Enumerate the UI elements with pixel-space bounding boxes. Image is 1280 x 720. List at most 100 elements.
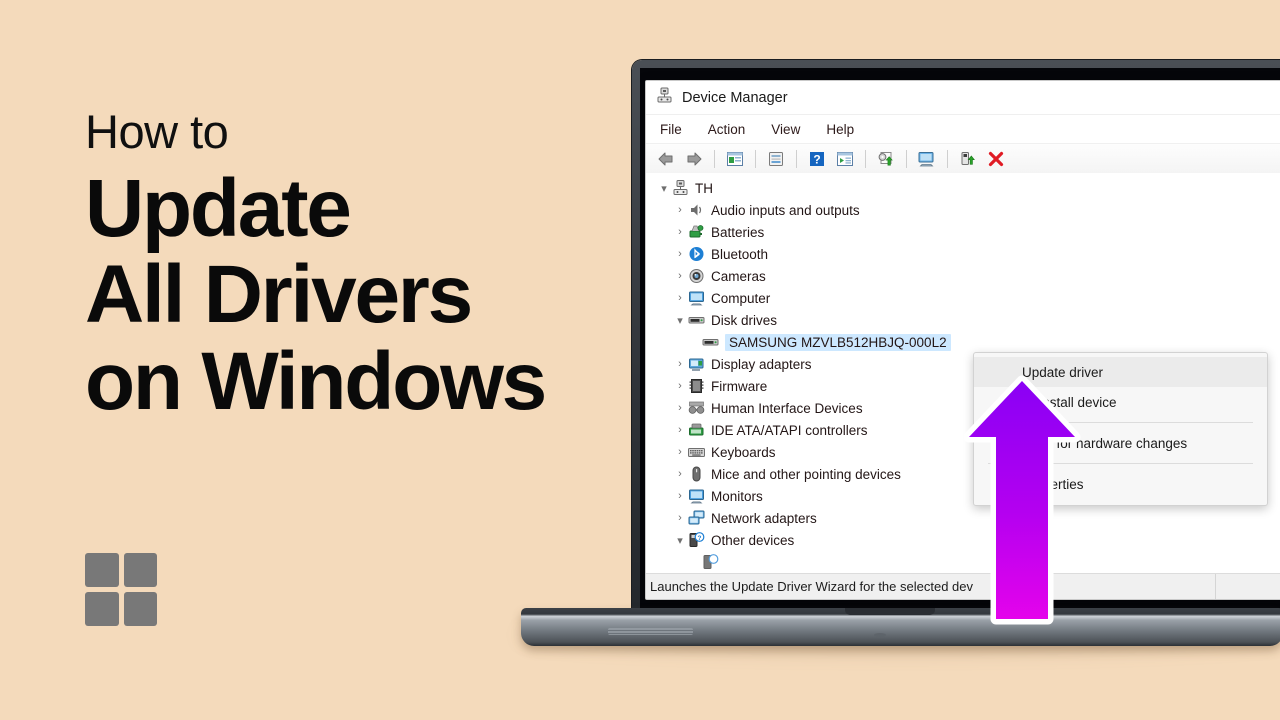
chevron-right-icon[interactable]: ›: [672, 424, 688, 436]
update-driver-button[interactable]: [874, 147, 898, 171]
chevron-right-icon[interactable]: ›: [672, 468, 688, 480]
firmware-icon: [688, 378, 706, 394]
tree-node-label: Disk drives: [711, 312, 778, 328]
tree-node-label: Audio inputs and outputs: [711, 202, 860, 218]
toolbar-separator-5: [906, 150, 907, 168]
chevron-right-icon[interactable]: ›: [672, 380, 688, 392]
enable-device-button[interactable]: [956, 147, 980, 171]
tree-node-audio-inputs-and-outputs[interactable]: › Audio inputs and outputs: [646, 199, 1280, 221]
laptop-trackpad-indicator: [874, 633, 886, 637]
windows-logo-square-bl: [85, 592, 119, 626]
promo-title-block: How to Update All Drivers on Windows: [85, 108, 625, 428]
tree-node-label: [725, 555, 729, 570]
tree-node-label: IDE ATA/ATAPI controllers: [711, 422, 868, 438]
svg-text:?: ?: [813, 153, 820, 167]
menu-action[interactable]: Action: [706, 120, 748, 139]
tree-node-batteries[interactable]: › Batteries: [646, 221, 1280, 243]
toolbar-separator-2: [755, 150, 756, 168]
chevron-right-icon[interactable]: ›: [672, 270, 688, 282]
tree-node-label: Firmware: [711, 378, 768, 394]
toolbar-separator-6: [947, 150, 948, 168]
promo-line-3: on Windows: [85, 335, 547, 427]
tree-node-label: Network adapters: [711, 510, 817, 526]
up-arrow-callout-icon: [962, 375, 1082, 625]
windows-logo-icon: [85, 553, 157, 626]
status-bar-text: Launches the Update Driver Wizard for th…: [650, 579, 974, 594]
tree-node-cameras[interactable]: › Cameras: [646, 265, 1280, 287]
toolbar: ?: [646, 144, 1280, 175]
toolbar-separator-1: [714, 150, 715, 168]
disk-drive-icon: [702, 334, 720, 350]
tree-node-label: TH: [695, 180, 713, 196]
tree-node-label: Bluetooth: [711, 246, 769, 262]
chevron-right-icon[interactable]: ›: [672, 402, 688, 414]
tree-node-computer[interactable]: › Computer: [646, 287, 1280, 309]
tree-node-disk-drives[interactable]: ▾ Disk drives: [646, 309, 1280, 331]
chevron-down-icon[interactable]: ▾: [672, 534, 688, 547]
status-bar-divider: [1215, 574, 1216, 599]
speaker-icon: [688, 202, 706, 218]
chevron-down-icon[interactable]: ▾: [656, 182, 672, 195]
back-button[interactable]: [654, 147, 678, 171]
unknown-device-icon: [702, 554, 720, 570]
windows-logo-square-tl: [85, 553, 119, 587]
properties-button[interactable]: [764, 147, 788, 171]
camera-icon: [688, 268, 706, 284]
tree-node-samsung-disk[interactable]: SAMSUNG MZVLB512HBJQ-000L2: [646, 331, 1280, 353]
laptop-hinge-notch: [845, 608, 935, 615]
tree-node-th[interactable]: ▾ TH: [646, 177, 1280, 199]
tree-node-label: Batteries: [711, 224, 765, 240]
tree-node-bluetooth[interactable]: › Bluetooth: [646, 243, 1280, 265]
chevron-right-icon[interactable]: ›: [672, 204, 688, 216]
help-button[interactable]: ?: [805, 147, 829, 171]
tree-node-label: Display adapters: [711, 356, 812, 372]
chevron-down-icon[interactable]: ▾: [672, 314, 688, 327]
svg-text:?: ?: [698, 535, 702, 542]
hid-icon: [688, 400, 706, 416]
windows-logo-square-tr: [123, 553, 157, 587]
chevron-right-icon[interactable]: ›: [672, 512, 688, 524]
window-title: Device Manager: [682, 89, 788, 106]
chevron-right-icon[interactable]: ›: [672, 248, 688, 260]
forward-button[interactable]: [682, 147, 706, 171]
tree-node-label: Human Interface Devices: [711, 400, 863, 416]
computer-root-icon: [672, 180, 690, 196]
promo-line-2: All Drivers: [85, 249, 473, 341]
chevron-right-icon[interactable]: ›: [672, 292, 688, 304]
network-adapter-icon: [688, 510, 706, 526]
tree-node-label: Other devices: [711, 532, 795, 548]
screenshot-canvas: How to Update All Drivers on Windows Dev…: [0, 0, 1280, 720]
menu-help[interactable]: Help: [824, 120, 856, 139]
bluetooth-icon: [688, 246, 706, 262]
scan-hardware-changes-button[interactable]: [915, 147, 939, 171]
menu-view[interactable]: View: [769, 120, 802, 139]
chevron-right-icon[interactable]: ›: [672, 446, 688, 458]
windows-logo-square-br: [123, 592, 157, 626]
menu-file[interactable]: File: [658, 120, 684, 139]
tree-node-label: Computer: [711, 290, 771, 306]
tree-node-label: SAMSUNG MZVLB512HBJQ-000L2: [725, 333, 951, 351]
ide-controller-icon: [688, 422, 706, 438]
uninstall-device-button[interactable]: [984, 147, 1008, 171]
monitor-icon: [688, 488, 706, 504]
chevron-right-icon[interactable]: ›: [672, 490, 688, 502]
unknown-device-icon: ?: [688, 532, 706, 548]
keyboard-icon: [688, 444, 706, 460]
action-pane-button[interactable]: [833, 147, 857, 171]
display-adapter-icon: [688, 356, 706, 372]
menubar: File Action View Help: [646, 115, 1280, 144]
window-titlebar: Device Manager: [646, 81, 1280, 115]
battery-icon: [688, 224, 706, 240]
promo-line-1: Update: [85, 163, 352, 254]
device-manager-icon: [656, 87, 673, 109]
promo-kicker: How to: [85, 105, 229, 158]
disk-drive-icon: [688, 312, 706, 328]
tree-node-label: Keyboards: [711, 444, 776, 460]
chevron-right-icon[interactable]: ›: [672, 358, 688, 370]
laptop-vent-grille: [608, 628, 693, 635]
mouse-icon: [688, 466, 706, 482]
chevron-right-icon[interactable]: ›: [672, 226, 688, 238]
monitor-icon: [688, 290, 706, 306]
toolbar-separator-4: [865, 150, 866, 168]
console-tree-button[interactable]: [723, 147, 747, 171]
